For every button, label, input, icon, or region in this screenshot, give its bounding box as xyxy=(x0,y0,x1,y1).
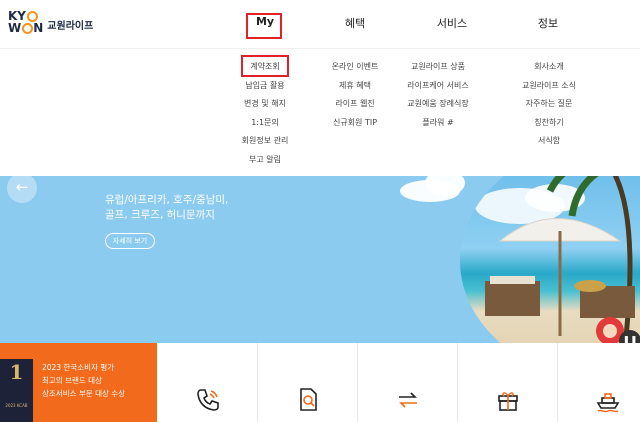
banner-title-line2: 골프, 크루즈, 허니문까지 xyxy=(105,209,215,221)
menu-item-flower[interactable]: 플라워 # xyxy=(383,117,493,136)
cruise-ship-icon xyxy=(596,393,620,413)
menu-item-praise[interactable]: 칭찬하기 xyxy=(494,117,604,136)
logo-ring xyxy=(26,10,38,22)
logo-text-n: N xyxy=(33,21,44,35)
transfer-icon xyxy=(399,392,417,408)
logo-mark: KY WN xyxy=(8,10,43,34)
nav-benefits[interactable]: 혜택 xyxy=(325,15,385,31)
menu-item-about[interactable]: 회사소개 xyxy=(494,61,604,80)
banner-title-line1: 유럽/아프리카, 호주/중남미, xyxy=(105,194,229,206)
beach-illustration xyxy=(475,176,635,343)
gift-icon xyxy=(498,392,518,411)
logo[interactable]: KY WN 교원라이프 xyxy=(8,10,93,34)
phone-icon xyxy=(197,389,219,411)
award-text: 2023 한국소비자 평가 최고의 브랜드 대상 상조서비스 부문 대상 수상 xyxy=(42,361,154,400)
menu-item-funeral-hall[interactable]: 교원예움 장례식장 xyxy=(383,98,493,117)
menu-item-products[interactable]: 교원라이프 상품 xyxy=(383,61,493,80)
award-text-line2: 최고의 브랜드 대상 xyxy=(42,376,102,385)
logo-wordmark: 교원라이프 xyxy=(47,20,94,32)
document-search-icon xyxy=(300,388,317,411)
menu-item-faq[interactable]: 자주하는 질문 xyxy=(494,98,604,117)
menu-item-contract-highlight-box xyxy=(241,55,289,77)
menu-column-info: 회사소개 교원라이프 소식 자주하는 질문 칭찬하기 서식함 xyxy=(494,61,604,154)
menu-column-services: 교원라이프 상품 라이프케어 서비스 교원예움 장례식장 플라워 # xyxy=(383,61,493,135)
logo-text-w: W xyxy=(8,21,22,35)
menu-item-obituary[interactable]: 부고 알림 xyxy=(210,154,320,173)
award-badge-number: 1 xyxy=(9,360,24,384)
menu-item-forms[interactable]: 서식함 xyxy=(494,135,604,154)
nav-services[interactable]: 서비스 xyxy=(422,15,482,31)
award-text-line3: 상조서비스 부문 대상 수상 xyxy=(42,389,126,398)
mega-menu: 계약조회 납입금 활용 변경 및 해지 1:1문의 회원정보 관리 부고 알림 … xyxy=(0,48,640,176)
menu-item-news[interactable]: 교원라이프 소식 xyxy=(494,80,604,99)
arrow-left-icon: ← xyxy=(15,178,29,196)
quick-link-call[interactable] xyxy=(158,343,258,422)
award-badge: 1 2023 KCAB xyxy=(0,359,33,422)
award-panel: 1 2023 KCAB 2023 한국소비자 평가 최고의 브랜드 대상 상조서… xyxy=(0,343,157,422)
award-badge-text: 2023 KCAB xyxy=(5,403,28,408)
quick-link-cruise[interactable] xyxy=(558,343,640,422)
menu-item-member-info[interactable]: 회원정보 관리 xyxy=(210,135,320,154)
banner-prev-button[interactable]: ← xyxy=(7,173,37,203)
nav-my-highlight-box xyxy=(246,13,282,39)
banner-detail-button[interactable]: 자세히 보기 xyxy=(105,233,155,249)
banner-title: 유럽/아프리카, 호주/중남미, 골프, 크루즈, 허니문까지 xyxy=(105,193,305,223)
bottom-quick-area: 1 2023 KCAB 2023 한국소비자 평가 최고의 브랜드 대상 상조서… xyxy=(0,343,640,422)
quick-link-gift[interactable] xyxy=(458,343,558,422)
menu-item-lifecare[interactable]: 라이프케어 서비스 xyxy=(383,80,493,99)
nav-info[interactable]: 정보 xyxy=(518,15,578,31)
quick-link-document[interactable] xyxy=(258,343,358,422)
hero-banner: 유럽/아프리카, 호주/중남미, 골프, 크루즈, 허니문까지 자세히 보기 xyxy=(0,176,640,343)
logo-ring xyxy=(21,22,33,34)
beach-photo xyxy=(460,176,640,343)
quick-link-transfer[interactable] xyxy=(358,343,458,422)
award-text-line1: 2023 한국소비자 평가 xyxy=(42,363,115,372)
site-header: KY WN 교원라이프 My 혜택 서비스 정보 xyxy=(0,0,640,48)
